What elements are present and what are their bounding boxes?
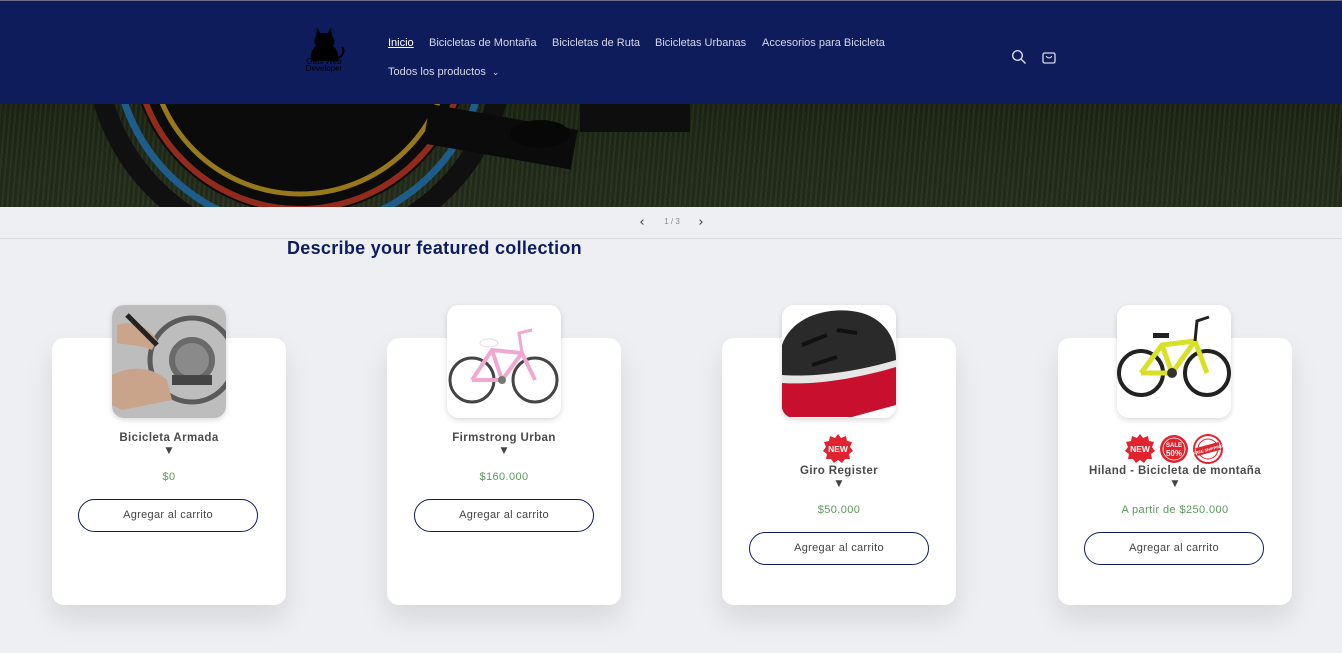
product-name[interactable]: Giro Register — [722, 465, 956, 477]
logo[interactable]: Gats Web Developer — [301, 25, 347, 79]
nav-accesorios[interactable]: Accesorios para Bicicleta — [762, 37, 885, 49]
product-image-yellow-mtb[interactable] — [1117, 305, 1231, 418]
slider-controls: ‹ 1 / 3 › — [0, 207, 1342, 239]
product-name[interactable]: Hiland - Bicicleta de montaña — [1058, 465, 1292, 477]
nav-bicicletas-ruta[interactable]: Bicicletas de Ruta — [552, 37, 640, 49]
site-header: Gats Web Developer Inicio Bicicletas de … — [0, 0, 1342, 104]
product-price: $0 — [162, 471, 176, 483]
product-price: $160.000 — [479, 471, 529, 483]
new-badge: NEW — [823, 434, 853, 464]
product-image-bike-repair[interactable] — [112, 305, 226, 418]
nav-bicicletas-urbanas[interactable]: Bicicletas Urbanas — [655, 37, 746, 49]
new-badge: NEW — [1125, 434, 1155, 464]
nav-todos-productos[interactable]: Todos los productos ⌄ — [388, 66, 499, 78]
sale-badge: SALE 50% — [1159, 434, 1189, 464]
search-icon — [1011, 49, 1026, 64]
add-to-cart-button[interactable]: Agregar al carrito — [1084, 532, 1264, 565]
logo-text: Gats Web Developer — [305, 57, 343, 73]
chevron-left-icon[interactable]: ‹ — [635, 215, 649, 231]
new-badge-label: NEW — [1130, 444, 1150, 454]
product-image-pink-cruiser[interactable] — [447, 305, 561, 418]
product-name[interactable]: Bicicleta Armada — [52, 432, 286, 444]
hero-overlay — [0, 104, 1342, 207]
slide-counter: 1 / 3 — [664, 217, 680, 226]
product-name[interactable]: Firmstrong Urban — [387, 432, 621, 444]
add-to-cart-button[interactable]: Agregar al carrito — [78, 499, 258, 532]
chevron-right-icon[interactable]: › — [694, 215, 708, 231]
svg-text:50%: 50% — [1166, 449, 1182, 458]
hero-banner-image — [0, 104, 1342, 207]
add-to-cart-button[interactable]: Agregar al carrito — [749, 532, 929, 565]
triangle-down-icon: ▼ — [1171, 479, 1179, 489]
chevron-down-icon: ⌄ — [491, 67, 500, 77]
cart-icon — [1042, 52, 1056, 64]
add-to-cart-button[interactable]: Agregar al carrito — [414, 499, 594, 532]
triangle-down-icon: ▼ — [165, 446, 173, 456]
product-price: $50.000 — [817, 504, 861, 516]
free-shipping-badge: FREE SHIPPING — [1193, 434, 1223, 464]
product-price: A partir de $250.000 — [1121, 504, 1229, 516]
new-badge-label: NEW — [828, 444, 848, 454]
triangle-down-icon: ▼ — [500, 446, 508, 456]
nav-bicicletas-montana[interactable]: Bicicletas de Montaña — [429, 37, 537, 49]
cart-button[interactable] — [1039, 47, 1059, 67]
search-button[interactable] — [1009, 47, 1029, 67]
product-image-helmet[interactable] — [782, 305, 896, 418]
collection-title: Describe your featured collection — [287, 238, 582, 258]
triangle-down-icon: ▼ — [835, 479, 843, 489]
nav-todos-label: Todos los productos — [388, 66, 486, 78]
nav-inicio[interactable]: Inicio — [388, 37, 414, 49]
